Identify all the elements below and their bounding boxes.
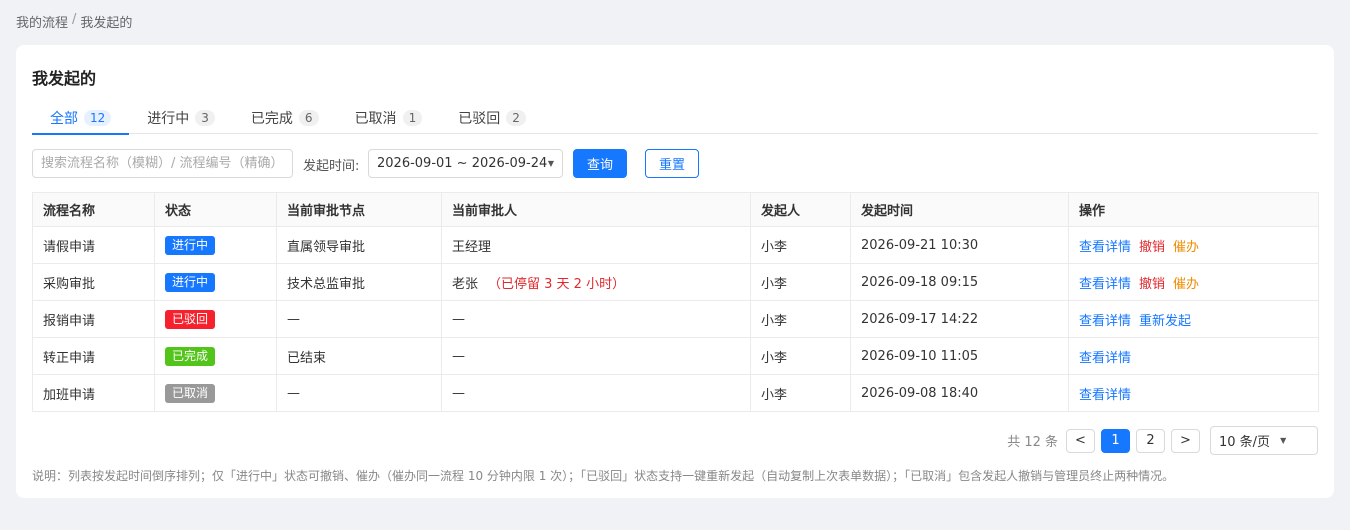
process-name: 转正申请 bbox=[32, 337, 155, 375]
process-name: 请假申请 bbox=[32, 226, 155, 264]
tab-in-progress[interactable]: 进行中 3 bbox=[129, 101, 233, 134]
page-size-select[interactable]: 10 条/页 ▼ bbox=[1210, 426, 1318, 455]
caret-down-icon: ▼ bbox=[1280, 436, 1287, 445]
resubmit-link[interactable]: 重新发起 bbox=[1139, 314, 1191, 329]
start-time: 2026-09-18 09:15 bbox=[850, 263, 1069, 301]
footnote: 说明：列表按发起时间倒序排列；仅「进行中」状态可撤销、催办（催办同一流程 10 … bbox=[32, 469, 1175, 483]
initiator: 小李 bbox=[750, 374, 851, 412]
tab-completed[interactable]: 已完成 6 bbox=[233, 101, 337, 134]
stay-duration: （已停留 3 天 2 小时） bbox=[488, 276, 626, 292]
status-tabs: 全部 12 进行中 3 已完成 6 已取消 1 已驳回 2 bbox=[32, 101, 1318, 135]
status-badge: 已完成 bbox=[165, 346, 216, 366]
next-page-button[interactable]: > bbox=[1171, 428, 1200, 453]
tab-label: 全部 bbox=[50, 110, 78, 127]
process-name: 加班申请 bbox=[32, 374, 155, 412]
table-row: 采购审批 进行中 技术总监审批 老张 （已停留 3 天 2 小时） 小李 2026… bbox=[32, 263, 1319, 301]
column-header: 当前审批节点 bbox=[276, 192, 442, 227]
breadcrumb: 我的流程 / 我发起的 bbox=[16, 12, 132, 31]
table-row: 加班申请 已取消 — — 小李 2026-09-08 18:40 查看详情 bbox=[32, 374, 1319, 412]
tab-label: 已完成 bbox=[250, 110, 293, 127]
initiator: 小李 bbox=[750, 337, 851, 375]
approver: 王经理 bbox=[452, 239, 492, 255]
approval-node: 直属领导审批 bbox=[276, 226, 442, 264]
approver: — bbox=[452, 348, 465, 364]
table-row: 转正申请 已完成 已结束 — 小李 2026-09-10 11:05 查看详情 bbox=[32, 337, 1319, 375]
process-table: 流程名称 状态 当前审批节点 当前审批人 发起人 发起时间 操作 请假申请 进行… bbox=[32, 192, 1319, 412]
column-header: 状态 bbox=[154, 192, 277, 227]
page-size-value: 10 条/页 bbox=[1219, 435, 1271, 450]
search-input[interactable] bbox=[32, 149, 293, 178]
date-filter-label: 发起时间: bbox=[303, 159, 360, 174]
view-detail-link[interactable]: 查看详情 bbox=[1079, 277, 1131, 292]
column-header: 操作 bbox=[1068, 192, 1319, 227]
query-button[interactable]: 查询 bbox=[573, 149, 627, 178]
status-badge: 进行中 bbox=[165, 235, 216, 255]
page-title: 我发起的 bbox=[32, 69, 97, 88]
initiator: 小李 bbox=[750, 300, 851, 338]
start-time: 2026-09-17 14:22 bbox=[850, 300, 1069, 338]
view-detail-link[interactable]: 查看详情 bbox=[1079, 240, 1131, 255]
approver: — bbox=[452, 385, 465, 401]
process-name: 采购审批 bbox=[32, 263, 155, 301]
date-range-picker[interactable]: 2026-09-01 ~ 2026-09-24 ▼ bbox=[368, 149, 563, 178]
main-card: 我发起的 全部 12 进行中 3 已完成 6 已取消 1 已驳回 2 发起时间:… bbox=[16, 45, 1334, 498]
approver: 老张 bbox=[452, 276, 479, 292]
page-button-1[interactable]: 1 bbox=[1101, 428, 1130, 453]
column-header: 发起人 bbox=[750, 192, 851, 227]
tab-label: 进行中 bbox=[147, 110, 190, 127]
tab-label: 已驳回 bbox=[458, 110, 501, 127]
tab-all[interactable]: 全部 12 bbox=[32, 101, 130, 135]
status-badge: 进行中 bbox=[165, 272, 216, 292]
caret-down-icon: ▼ bbox=[547, 159, 554, 168]
reset-button[interactable]: 重置 bbox=[645, 149, 699, 178]
breadcrumb-separator: / bbox=[72, 12, 77, 27]
total-count: 共 12 条 bbox=[1007, 435, 1058, 450]
start-time: 2026-09-10 11:05 bbox=[850, 337, 1069, 375]
tab-label: 已取消 bbox=[354, 110, 397, 127]
view-detail-link[interactable]: 查看详情 bbox=[1079, 314, 1131, 329]
view-detail-link[interactable]: 查看详情 bbox=[1079, 351, 1131, 366]
date-range-value: 2026-09-01 ~ 2026-09-24 bbox=[377, 156, 548, 171]
tab-count-badge: 6 bbox=[298, 109, 319, 126]
approval-node: — bbox=[276, 300, 442, 338]
initiator: 小李 bbox=[750, 226, 851, 264]
start-time: 2026-09-08 18:40 bbox=[850, 374, 1069, 412]
tab-count-badge: 3 bbox=[195, 109, 215, 126]
start-time: 2026-09-21 10:30 bbox=[850, 226, 1069, 264]
table-row: 请假申请 进行中 直属领导审批 王经理 小李 2026-09-21 10:30 … bbox=[32, 226, 1319, 264]
tab-count-badge: 1 bbox=[402, 109, 423, 126]
page-button-2[interactable]: 2 bbox=[1136, 428, 1165, 453]
approval-node: 技术总监审批 bbox=[276, 263, 442, 301]
view-detail-link[interactable]: 查看详情 bbox=[1079, 388, 1131, 403]
cancel-link[interactable]: 撤销 bbox=[1139, 277, 1165, 292]
prev-page-button[interactable]: < bbox=[1066, 428, 1095, 453]
urge-link[interactable]: 催办 bbox=[1173, 240, 1199, 255]
filter-bar: 发起时间: 2026-09-01 ~ 2026-09-24 ▼ 查询 重置 bbox=[32, 149, 1318, 179]
column-header: 发起时间 bbox=[850, 192, 1069, 227]
table-header-row: 流程名称 状态 当前审批节点 当前审批人 发起人 发起时间 操作 bbox=[32, 192, 1319, 227]
status-badge: 已取消 bbox=[165, 383, 216, 403]
process-name: 报销申请 bbox=[32, 300, 155, 338]
breadcrumb-current: 我发起的 bbox=[80, 16, 133, 31]
status-badge: 已驳回 bbox=[165, 309, 216, 329]
approval-node: — bbox=[276, 374, 442, 412]
pagination: 共 12 条 < 1 2 > 10 条/页 ▼ bbox=[1007, 426, 1318, 455]
initiator: 小李 bbox=[750, 263, 851, 301]
column-header: 当前审批人 bbox=[441, 192, 751, 227]
tab-rejected[interactable]: 已驳回 2 bbox=[440, 101, 544, 134]
column-header: 流程名称 bbox=[32, 192, 155, 227]
table-row: 报销申请 已驳回 — — 小李 2026-09-17 14:22 查看详情 重新发… bbox=[32, 300, 1319, 338]
approval-node: 已结束 bbox=[276, 337, 442, 375]
approver: — bbox=[452, 311, 465, 327]
urge-link[interactable]: 催办 bbox=[1173, 277, 1199, 292]
tab-count-badge: 12 bbox=[84, 109, 112, 126]
breadcrumb-root[interactable]: 我的流程 bbox=[16, 12, 68, 31]
tab-count-badge: 2 bbox=[506, 109, 526, 126]
cancel-link[interactable]: 撤销 bbox=[1139, 240, 1165, 255]
tab-cancelled[interactable]: 已取消 1 bbox=[337, 101, 441, 134]
